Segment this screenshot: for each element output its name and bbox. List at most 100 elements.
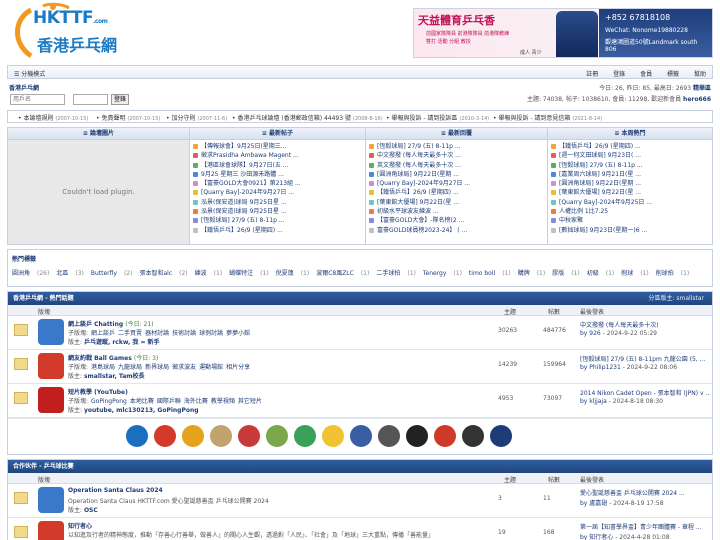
post-title[interactable]: 中文撥撥 (每人每天最多十次 ...	[377, 152, 461, 159]
partner-logo-icon[interactable]	[406, 425, 428, 447]
post-title[interactable]: [Quarry Bay]-2024年9月27日 ...	[201, 189, 294, 196]
section-header[interactable]: 香港乒乓網 - 熱門話題 分區版主: smallstar	[8, 292, 712, 305]
post-title[interactable]: 人權比例 1比7.25	[559, 208, 608, 215]
tag-link[interactable]: 練波 (1)	[195, 270, 223, 277]
post-title[interactable]: 9月25 星期三 沙田源禾路體 ...	[201, 171, 284, 178]
nav-tags[interactable]: 標籤	[667, 71, 679, 78]
forum-name[interactable]: 短片教學 (YouTube)	[68, 387, 128, 396]
nav-register[interactable]: 註冊	[586, 71, 598, 78]
tag-link[interactable]: 圓洲角 (26)	[12, 270, 49, 277]
subforum-link[interactable]: 國際乒聯	[157, 398, 181, 405]
last-post-title[interactable]: 第一屆【知書學界盃】青少年團體賽 - 章程 ...	[580, 522, 710, 531]
notice-item[interactable]: • 加分守則 (2007-11-6)	[166, 113, 227, 122]
post-title[interactable]: 泓景(保安道)球局 9月25日星 ...	[201, 199, 287, 206]
subforum-link[interactable]: 夢夢小館	[226, 330, 250, 337]
newest-post-item[interactable]: [恆毅球局] 27/9 (五) 8-11p ...	[193, 215, 362, 224]
post-title[interactable]: [數拙球局] 9月23日(星期一)6 ...	[559, 227, 647, 234]
reply-post-item[interactable]: [圓洲角球局] 9月22日(星期 ...	[369, 169, 544, 178]
tag-link[interactable]: 購牌 (1)	[518, 270, 546, 277]
subforum-link[interactable]: 九龍球局	[118, 364, 142, 371]
last-post-title[interactable]: [恆毅球局] 27/9 (五) 8-11pm 九龍公園 (5, ...	[580, 354, 710, 363]
last-post-title[interactable]: 2014 Nikon Cadet Open - 張本智和 (JPN) v ...	[580, 388, 710, 397]
forum-logo-icon[interactable]	[38, 521, 64, 540]
subforum-link[interactable]: 港島球局	[91, 364, 115, 371]
forum-logo-icon[interactable]	[38, 487, 64, 513]
post-title[interactable]: 【鐵悟乒乓】26/9 (星期四) ...	[559, 143, 641, 150]
moderator-link[interactable]: smallstar, Tam校長	[84, 373, 145, 380]
reply-post-item[interactable]: 英文撥撥 (每人每天最多十次 ...	[369, 160, 544, 169]
last-post-author[interactable]: by 926	[580, 330, 601, 337]
notice-item[interactable]: • 本論壇規則 (2007-10-15)	[18, 113, 88, 122]
tag-link[interactable]: 初級 (1)	[587, 270, 615, 277]
partner-logo-icon[interactable]	[294, 425, 316, 447]
subforum-link[interactable]: 技術討論	[172, 330, 196, 337]
post-title[interactable]: [圓洲角球局] 9月22日(星期 ...	[377, 171, 459, 178]
post-title[interactable]: [葉東館大優場] 9月22日(星 ...	[377, 199, 459, 206]
partner-logo-icon[interactable]	[266, 425, 288, 447]
nav-login[interactable]: 登錄	[613, 71, 625, 78]
newest-post-item[interactable]: 【傳報球會】9月25日(星期三...	[193, 141, 362, 150]
newest-post-item[interactable]: 【鐵悟乒乓】26/9 (星期四) ...	[193, 225, 362, 234]
tag-link[interactable]: 蝴蝶特注 (1)	[229, 270, 269, 277]
moderator-link[interactable]: 乒乓遊蹤, rckw, 我 = 新手	[84, 339, 160, 346]
hot-post-item[interactable]: 【鐵悟乒乓】26/9 (星期四) ...	[551, 141, 709, 150]
tag-link[interactable]: 北區 (3)	[56, 270, 84, 277]
last-post-author[interactable]: by Philip1231	[580, 364, 621, 371]
subforum-link[interactable]: 網上談乒	[91, 330, 115, 337]
post-title[interactable]: 富豪GOLD球員榜2023-24】 ( ...	[377, 227, 467, 234]
partner-logo-icon[interactable]	[378, 425, 400, 447]
partner-logo-icon[interactable]	[322, 425, 344, 447]
subforum-link[interactable]: 其它短片	[238, 398, 262, 405]
password-input[interactable]	[73, 94, 108, 105]
reply-post-item[interactable]: [恆毅球局] 27/9 (五) 8-11p ...	[369, 141, 544, 150]
last-post-author[interactable]: by 知行者心	[580, 534, 613, 540]
tag-link[interactable]: 二手球拍 (1)	[376, 270, 416, 277]
tag-link[interactable]: timo boll (1)	[469, 270, 511, 277]
post-title[interactable]: 【鐵悟乒乓】26/9 (星期四) ...	[201, 227, 283, 234]
hot-post-item[interactable]: [恆毅球局] 27/9 (五) 8-11p ...	[551, 160, 709, 169]
login-button[interactable]: 登錄	[111, 94, 129, 105]
partner-logo-icon[interactable]	[462, 425, 484, 447]
partner-logo-icon[interactable]	[238, 425, 260, 447]
reply-post-item[interactable]: 初級水平球波友練波 ...	[369, 206, 544, 215]
partner-logo-icon[interactable]	[434, 425, 456, 447]
subforum-link[interactable]: 本地比賽	[130, 398, 154, 405]
forum-name[interactable]: 知行者心	[68, 521, 92, 530]
post-title[interactable]: [週一何文田球局] 9月23日( ...	[559, 152, 641, 159]
post-title[interactable]: [恆毅球局] 27/9 (五) 8-11p ...	[559, 162, 643, 169]
post-title[interactable]: [圓洲角球局] 9月22日(星期 ...	[559, 180, 641, 187]
menu-toggle[interactable]: ☰ 分機模式	[14, 69, 45, 78]
post-title[interactable]: [葉東館大優場] 9月22日(星 ...	[559, 189, 641, 196]
forum-logo-icon[interactable]	[38, 353, 64, 379]
digest-link[interactable]: 精華區	[693, 85, 711, 92]
forum-name[interactable]: Operation Santa Claus 2024	[68, 487, 163, 494]
post-title[interactable]: 徵求Prasidha Ambawa Magent ...	[201, 152, 299, 159]
newest-post-item[interactable]: 【港區球會球隊】9月27日(五 ...	[193, 160, 362, 169]
forum-name[interactable]: 網上談乒 Chatting (今日: 21)	[68, 319, 154, 328]
subforum-link[interactable]: 新界球局	[145, 364, 169, 371]
partner-logo-icon[interactable]	[350, 425, 372, 447]
newest-post-item[interactable]: 泓景(保安道)球局 9月25日星 ...	[193, 197, 362, 206]
subforum-link[interactable]: 徵求波友	[172, 364, 196, 371]
tag-link[interactable]: 張本智和alc (2)	[139, 270, 187, 277]
reply-post-item[interactable]: 富豪GOLD球員榜2023-24】 ( ...	[369, 225, 544, 234]
tag-link[interactable]: Butterfly (2)	[91, 270, 133, 277]
post-title[interactable]: 英文撥撥 (每人每天最多十次 ...	[377, 162, 461, 169]
last-post-title[interactable]: 中文撥撥 (每人每天最多十次)	[580, 320, 710, 329]
post-title[interactable]: [恆毅球局] 27/9 (五) 8-11p ...	[377, 143, 461, 150]
post-title[interactable]: [恆毅球局] 27/9 (五) 8-11p ...	[201, 217, 285, 224]
subforum-link[interactable]: 器材討論	[145, 330, 169, 337]
section-moderator[interactable]: 分區版主: smallstar	[648, 292, 704, 305]
subforum-link[interactable]: GoPingPong	[91, 398, 127, 405]
post-title[interactable]: 中秋家聚	[559, 217, 583, 224]
newest-post-item[interactable]: 【富豪GOLD大會0921】第213組 ...	[193, 178, 362, 187]
tag-link[interactable]: 倪夏蓮 (1)	[276, 270, 310, 277]
tag-link[interactable]: Tenergy (1)	[423, 270, 462, 277]
post-title[interactable]: [Quarry Bay]-2024年9月25日 ...	[559, 199, 652, 206]
reply-post-item[interactable]: 中文撥撥 (每人每天最多十次 ...	[369, 150, 544, 159]
tag-link[interactable]: 削球拍 (1)	[656, 270, 690, 277]
notice-item[interactable]: • 舉報與投訴 - 請到意見信箱 (2021-8-14)	[493, 113, 602, 122]
username-input[interactable]	[10, 94, 65, 105]
last-post-title[interactable]: 愛心聖誕慈善盃 乒乓球公開賽 2024 ...	[580, 488, 710, 497]
nav-members[interactable]: 會員	[640, 71, 652, 78]
